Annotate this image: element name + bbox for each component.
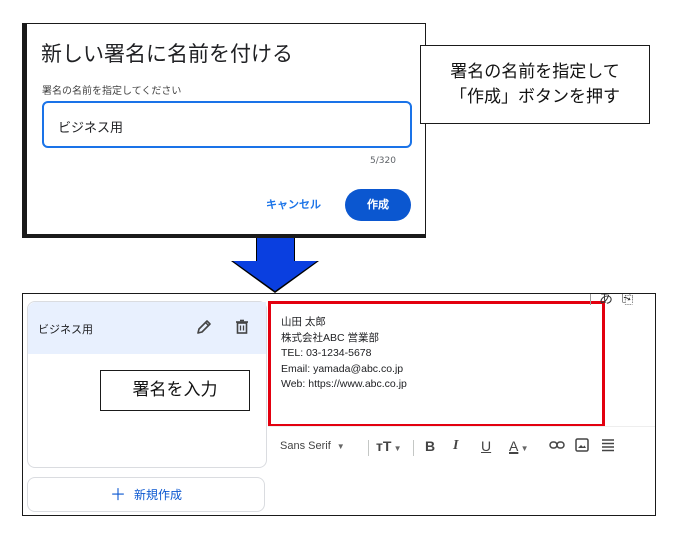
formatting-toolbar: Sans Serif ▼ тT ▼ B I U A ▼ [268,426,655,471]
caret-down-icon: ▼ [518,444,529,453]
signature-name-label: 署名の名前を指定してください [42,86,182,97]
signature-item-business[interactable]: ビジネス用 [28,302,266,354]
down-arrow-head [233,261,317,291]
caret-down-icon: ▼ [336,442,345,451]
underline-button[interactable]: U [481,438,491,454]
new-signature-button[interactable]: ＋ 新規作成 [27,477,265,512]
font-family-select[interactable]: Sans Serif ▼ [280,440,345,452]
dialog-title: 新しい署名に名前を付ける [41,42,293,66]
down-arrow-stem [256,238,295,262]
italic-button[interactable]: I [453,438,458,454]
callout-enter-signature: 署名を入力 [100,370,250,411]
text-color-label: A [509,438,519,454]
toolbar-divider [368,440,369,456]
pencil-icon[interactable] [195,318,213,336]
trash-icon[interactable] [233,318,251,336]
signature-highlight-box [268,301,605,427]
callout-line-1: 署名の名前を指定して [450,62,620,82]
font-family-label: Sans Serif [280,440,331,452]
editor-top-icons: あ ⎘ [590,294,633,308]
callout-name-and-create: 署名の名前を指定して 「作成」ボタンを押す [420,45,650,124]
cancel-button[interactable]: キャンセル [266,196,321,212]
input-mode-icon[interactable]: あ [599,294,613,307]
caret-down-icon: ▼ [391,444,402,453]
text-size-icon: тT [376,438,392,454]
text-color-button[interactable]: A ▼ [509,438,528,454]
dialog-shadow-bottom [22,234,426,238]
plus-icon: ＋ [109,485,126,504]
clipboard-icon[interactable]: ⎘ [622,294,633,307]
bold-button[interactable]: B [425,438,435,454]
new-signature-label: 新規作成 [134,488,183,502]
link-icon[interactable] [549,438,565,455]
character-counter: 5/320 [370,156,396,166]
toolbar-divider [413,440,414,456]
signature-name-value: ビジネス用 [58,121,124,136]
create-button[interactable]: 作成 [345,189,411,221]
signature-name-input[interactable]: ビジネス用 [42,101,412,148]
signature-item-label: ビジネス用 [38,323,93,336]
align-icon[interactable] [601,438,615,455]
callout-line-2: 「作成」ボタンを押す [450,87,620,107]
font-size-button[interactable]: тT ▼ [376,438,402,454]
dialog-shadow-left [22,23,27,238]
image-icon[interactable] [575,438,589,455]
